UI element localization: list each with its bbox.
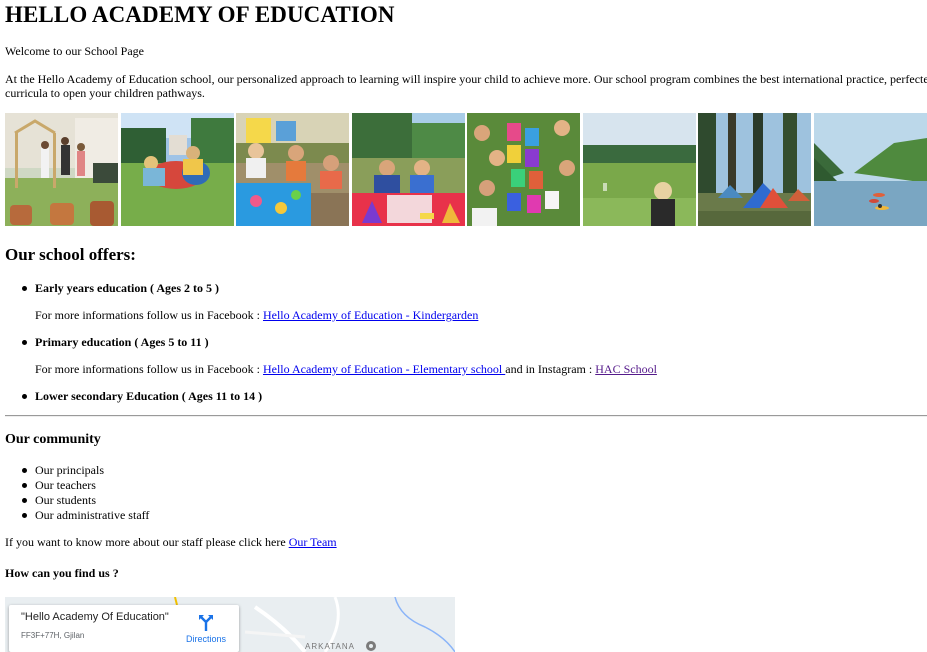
map-area-label: ARKATANA [305,642,355,651]
staff-text: If you want to know more about our staff… [5,535,289,549]
offer-item-primary: Primary education ( Ages 5 to 11 ) [22,335,209,349]
kindergarden-facebook-link[interactable]: Hello Academy of Education - Kindergarde… [263,308,478,322]
page-title: HELLO ACADEMY OF EDUCATION [5,2,395,27]
offer-item-early-years: Early years education ( Ages 2 to 5 ) [22,281,219,295]
community-item-teachers: Our teachers [22,478,96,492]
gallery-photo [698,113,811,226]
offers-heading: Our school offers: [5,245,136,264]
gallery-photo [121,113,234,226]
embedded-map[interactable]: "Hello Academy Of Education" FF3F+77H, G… [5,597,455,652]
gallery-photo [236,113,349,226]
instagram-link[interactable]: HAC School [595,362,657,376]
offer-info-text: For more informations follow us in Faceb… [35,308,263,322]
map-pin-icon [366,641,376,651]
location-heading: How can you find us ? [5,566,119,580]
elementary-facebook-link[interactable]: Hello Academy of Education - Elementary … [263,362,505,376]
community-item-students: Our students [22,493,96,507]
photo-gallery [5,113,927,226]
gallery-photo [467,113,580,226]
offer-info-text: For more informations follow us in Faceb… [35,362,263,376]
intro-line-2: curricula to open your children pathways… [5,86,205,100]
gallery-photo [352,113,465,226]
intro-paragraph: At the Hello Academy of Education school… [5,72,927,100]
offer-info-primary: For more informations follow us in Faceb… [35,362,657,377]
map-place-name: "Hello Academy Of Education" [21,611,169,623]
directions-icon [199,615,213,631]
welcome-text: Welcome to our School Page [5,44,145,58]
gallery-photo [583,113,696,226]
offer-info-early-years: For more informations follow us in Faceb… [35,308,478,323]
directions-label: Directions [185,634,226,644]
offer-info-instagram-text: and in Instagram : [505,362,596,376]
our-team-link[interactable]: Our Team [289,535,337,549]
community-item-admin-staff: Our administrative staff [21,508,150,522]
community-item-principals: Our principals [22,463,104,477]
offer-item-lower-secondary: Lower secondary Education ( Ages 11 to 1… [21,389,263,403]
staff-paragraph: If you want to know more about our staff… [5,535,337,550]
community-heading: Our community [5,432,101,447]
gallery-photo [5,113,118,226]
gallery-photo [814,113,927,226]
map-place-address: FF3F+77H, Gjilan [21,631,85,640]
section-divider [5,415,927,417]
directions-button[interactable]: Directions [181,609,231,649]
map-place-card: "Hello Academy Of Education" FF3F+77H, G… [9,605,239,652]
intro-line-1: At the Hello Academy of Education school… [5,72,927,86]
